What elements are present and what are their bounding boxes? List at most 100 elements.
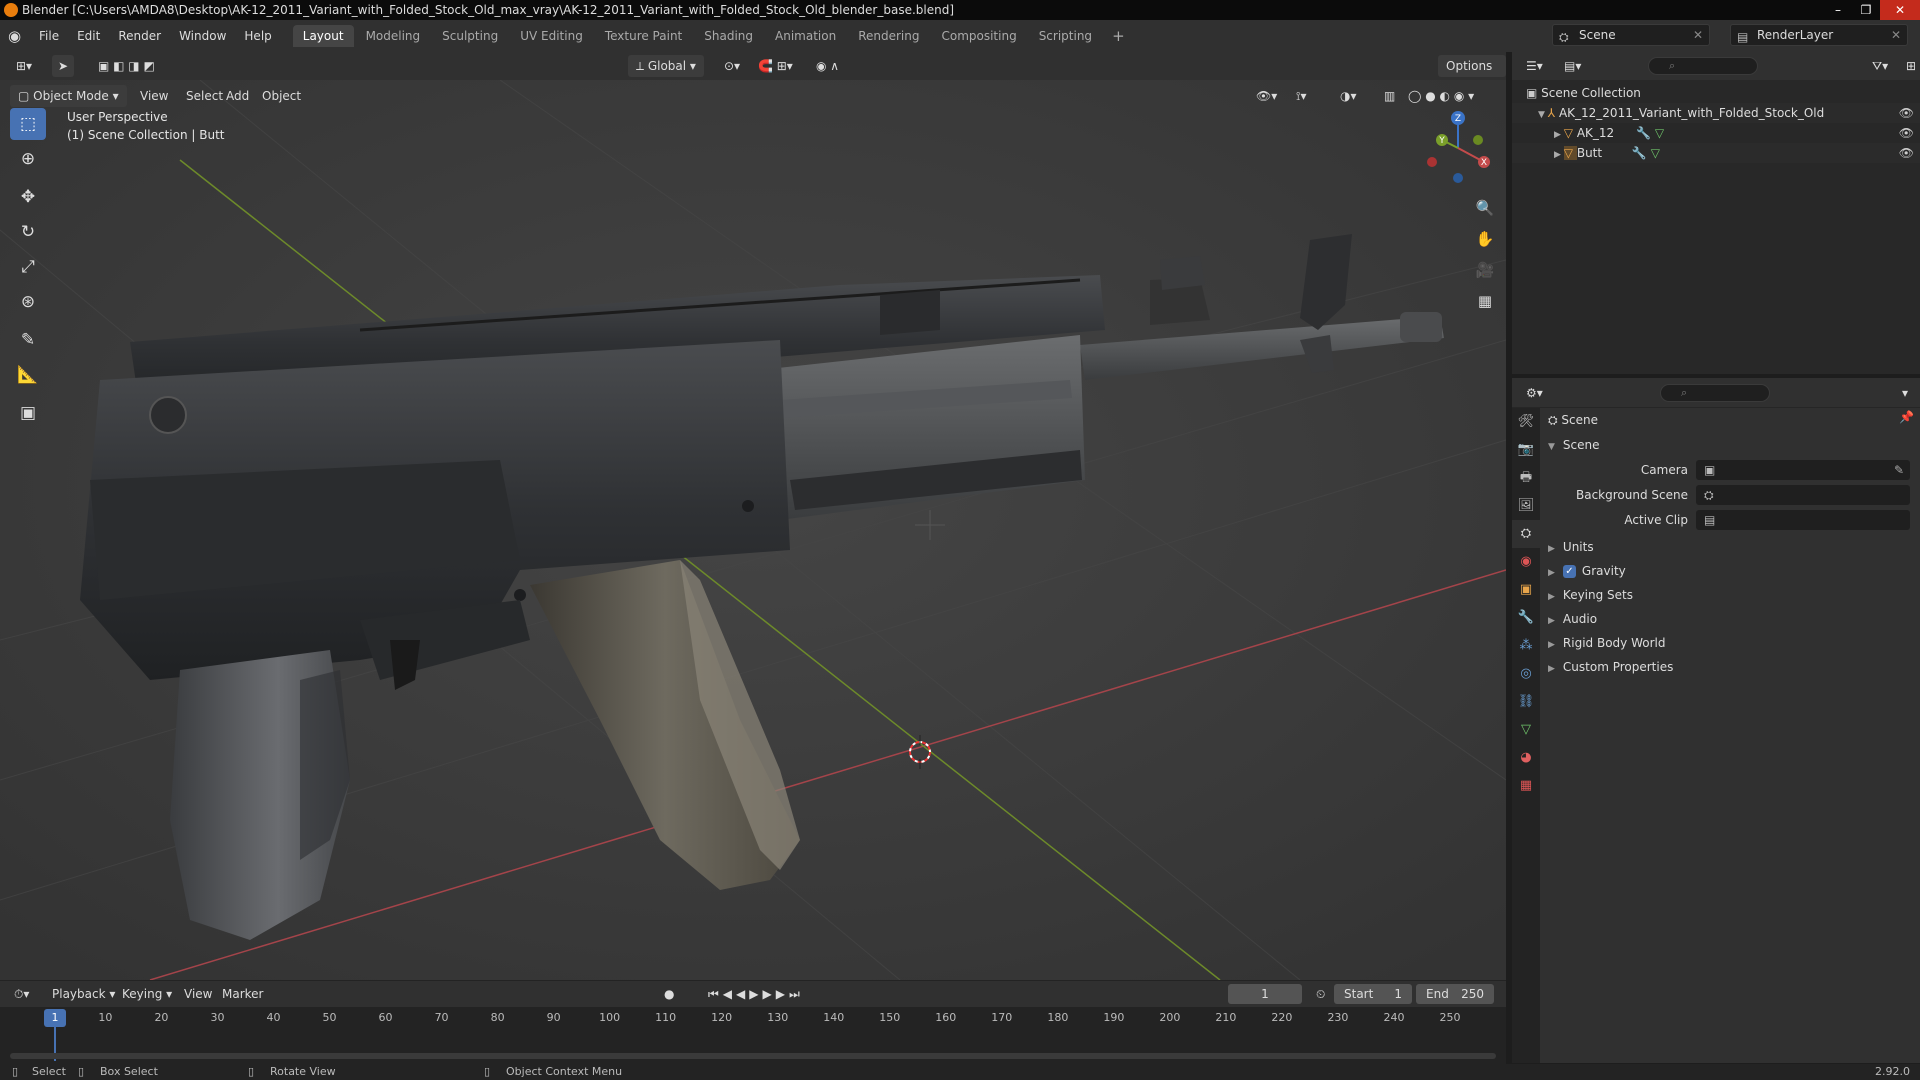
add-workspace-button[interactable]: + — [1104, 27, 1133, 45]
eyedropper-icon[interactable]: ✎ — [1894, 460, 1904, 480]
properties-search-input[interactable]: ⌕ — [1660, 384, 1770, 402]
navigation-gizmo[interactable]: Z X Y — [1420, 110, 1496, 186]
new-collection-icon[interactable]: ⊞ — [1898, 55, 1920, 77]
display-mode-icon[interactable]: ▤▾ — [1556, 55, 1589, 77]
camera-field[interactable]: ▣ ✎ — [1696, 460, 1910, 480]
viewport-menu-add[interactable]: Add — [218, 85, 257, 107]
tab-sculpting[interactable]: Sculpting — [432, 25, 508, 47]
render-tab-icon[interactable]: 📷 — [1512, 436, 1540, 464]
properties-options-icon[interactable]: ▾ — [1894, 382, 1916, 404]
clock-icon[interactable]: ⏲ — [1308, 983, 1333, 1005]
timeline-editor-type-icon[interactable]: ⏱▾ — [6, 983, 37, 1005]
camera-view-icon[interactable]: 🎥 — [1470, 255, 1500, 285]
visibility-icon[interactable]: 👁▾ — [1248, 85, 1285, 107]
view-layer-selector[interactable]: ▤ RenderLayer ✕ — [1730, 24, 1908, 46]
pin-icon[interactable]: 📌 — [1899, 410, 1914, 424]
tab-compositing[interactable]: Compositing — [931, 25, 1026, 47]
zoom-icon[interactable]: 🔍 — [1470, 193, 1500, 223]
audio-panel-header[interactable]: ▶ Audio — [1548, 608, 1597, 630]
custom-properties-panel-header[interactable]: ▶ Custom Properties — [1548, 656, 1673, 678]
viewport-menu-view[interactable]: View — [132, 85, 176, 107]
timeline-ruler[interactable]: 1 10 20 30 40 50 60 70 80 90 100 110 120 130 140 150 16… — [0, 1007, 1506, 1065]
visibility-eye-icon[interactable]: 👁 — [1899, 103, 1914, 123]
outliner-item-butt[interactable]: ▶ ▽ Butt 🔧 ▽ 👁 — [1512, 143, 1920, 163]
menu-help[interactable]: Help — [235, 20, 280, 52]
view-layer-tab-icon[interactable]: 🖼 — [1512, 492, 1540, 520]
constraints-tab-icon[interactable]: ⛓ — [1512, 688, 1540, 716]
material-tab-icon[interactable]: ◕ — [1512, 744, 1540, 772]
expand-arrow-icon[interactable]: ▶ — [1554, 130, 1564, 140]
properties-editor-type-icon[interactable]: ⚙▾ — [1518, 382, 1551, 404]
expand-arrow-icon[interactable]: ▶ — [1554, 150, 1564, 160]
tab-modeling[interactable]: Modeling — [356, 25, 431, 47]
start-frame-field[interactable]: Start 1 — [1334, 984, 1412, 1004]
current-frame-indicator[interactable]: 1 — [44, 1009, 66, 1027]
menu-window[interactable]: Window — [170, 20, 235, 52]
modifier-tab-icon[interactable]: 🔧 — [1512, 604, 1540, 632]
timeline-scrollbar[interactable] — [10, 1053, 1496, 1059]
playback-controls-icons[interactable]: ⏮◀◀▶▶▶⏭ — [700, 983, 812, 1005]
pan-hand-icon[interactable]: ✋ — [1470, 224, 1500, 254]
data-tab-icon[interactable]: ▽ — [1512, 716, 1540, 744]
keying-sets-panel-header[interactable]: ▶ Keying Sets — [1548, 584, 1633, 606]
add-cube-tool-icon[interactable]: ▣ — [10, 397, 46, 429]
tab-rendering[interactable]: Rendering — [848, 25, 929, 47]
menu-render[interactable]: Render — [109, 20, 170, 52]
select-tool-icon[interactable]: ➤ — [52, 55, 74, 77]
tab-uv-editing[interactable]: UV Editing — [510, 25, 593, 47]
tool-tab-icon[interactable]: 🛠 — [1512, 408, 1540, 436]
outliner-item-ak12-variant[interactable]: ▼ ⅄ AK_12_2011_Variant_with_Folded_Stock… — [1512, 103, 1920, 123]
visibility-eye-icon[interactable]: 👁 — [1899, 143, 1914, 163]
rigid-body-world-panel-header[interactable]: ▶ Rigid Body World — [1548, 632, 1665, 654]
selection-mode-icons[interactable]: ▣ ◧ ◨ ◩ — [90, 55, 163, 77]
record-icon[interactable]: ● — [656, 983, 682, 1005]
gravity-panel-header[interactable]: ▶ ✓ Gravity — [1548, 560, 1626, 582]
restore-button[interactable]: ❐ — [1852, 0, 1880, 20]
transform-orientation-dropdown[interactable]: ⟂ Global ▾ — [628, 55, 704, 77]
menu-edit[interactable]: Edit — [68, 20, 109, 52]
scene-selector[interactable]: ⛭ Scene ✕ — [1552, 24, 1710, 46]
view-layer-close-icon[interactable]: ✕ — [1891, 25, 1901, 45]
outliner-search-input[interactable]: ⌕ — [1648, 57, 1758, 75]
ortho-grid-icon[interactable]: ▦ — [1470, 286, 1500, 316]
transform-tool-icon[interactable]: ⊛ — [10, 286, 46, 318]
shading-modes-icon[interactable]: ◯ ● ◐ ◉ ▾ — [1400, 85, 1482, 107]
outliner-editor-type-icon[interactable]: ☰▾ — [1518, 55, 1551, 77]
active-clip-field[interactable]: ▤ — [1696, 510, 1910, 530]
filter-icon[interactable]: ⛛▾ — [1864, 55, 1896, 77]
select-box-tool-icon[interactable]: ⬚ — [10, 108, 46, 140]
scene-close-icon[interactable]: ✕ — [1693, 25, 1703, 45]
scene-panel-header[interactable]: ▼ Scene — [1548, 434, 1600, 456]
tab-layout[interactable]: Layout — [292, 25, 354, 47]
playback-menu[interactable]: Playback ▾ — [44, 983, 123, 1005]
marker-menu[interactable]: Marker — [214, 983, 271, 1005]
keying-menu[interactable]: Keying ▾ — [114, 983, 180, 1005]
menu-file[interactable]: File — [30, 20, 68, 52]
measure-tool-icon[interactable]: 📐 — [10, 359, 46, 391]
gravity-checkbox[interactable]: ✓ — [1562, 565, 1576, 578]
3d-viewport[interactable]: ▢ Object Mode ▾ View Select Add Object 👁… — [0, 80, 1506, 980]
output-tab-icon[interactable]: 🖶 — [1512, 464, 1540, 492]
options-dropdown[interactable]: Options ▾ — [1438, 55, 1506, 95]
end-frame-field[interactable]: End 250 — [1416, 984, 1494, 1004]
particles-tab-icon[interactable]: ⁂ — [1512, 632, 1540, 660]
minimize-button[interactable]: – — [1824, 0, 1852, 20]
visibility-eye-icon[interactable]: 👁 — [1899, 123, 1914, 143]
background-scene-field[interactable]: ⛭ — [1696, 485, 1910, 505]
scene-tab-icon[interactable]: ⛭ — [1512, 520, 1540, 548]
current-frame-field[interactable]: 1 — [1228, 984, 1302, 1004]
outliner-item-ak12[interactable]: ▶ ▽ AK_12 🔧 ▽ 👁 — [1512, 123, 1920, 143]
pivot-point-icon[interactable]: ⊙▾ — [716, 55, 748, 77]
gizmo-toggle-icon[interactable]: ⟟▾ — [1288, 85, 1315, 107]
cursor-tool-icon[interactable]: ⊕ — [10, 143, 46, 175]
editor-type-icon[interactable]: ⊞▾ — [8, 55, 40, 77]
physics-tab-icon[interactable]: ◎ — [1512, 660, 1540, 688]
object-mode-dropdown[interactable]: ▢ Object Mode ▾ — [10, 85, 127, 107]
rotate-tool-icon[interactable]: ↻ — [10, 216, 46, 248]
blender-menu-icon[interactable]: ◉ — [8, 20, 30, 52]
move-tool-icon[interactable]: ✥ — [10, 181, 46, 213]
close-window-button[interactable]: ✕ — [1880, 0, 1920, 20]
tab-texture-paint[interactable]: Texture Paint — [595, 25, 692, 47]
outliner-scene-collection[interactable]: ▣ Scene Collection — [1512, 83, 1920, 103]
scale-tool-icon[interactable]: ⤢ — [10, 251, 46, 283]
